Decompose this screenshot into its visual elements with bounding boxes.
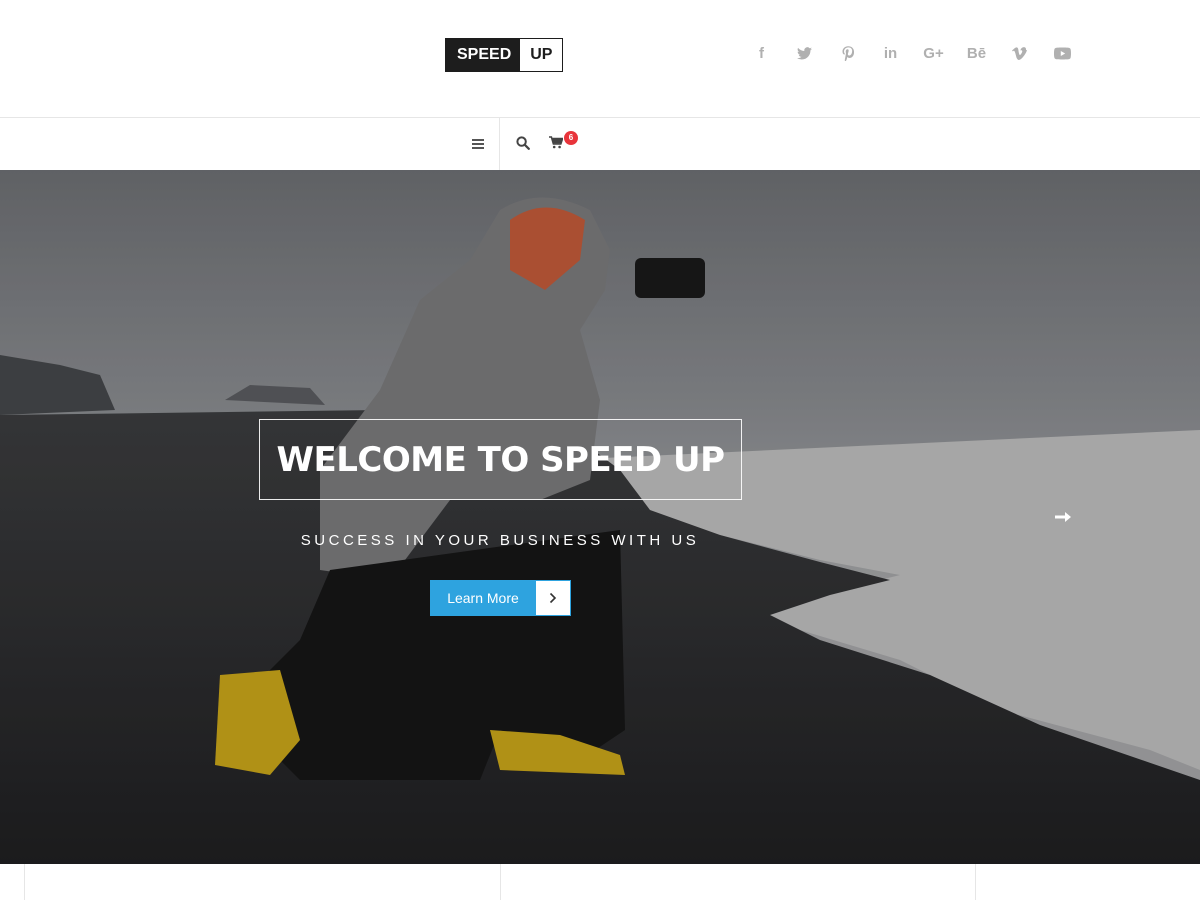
pinterest-icon[interactable] — [826, 40, 869, 66]
search-icon[interactable] — [516, 136, 536, 156]
google-plus-icon[interactable]: G+ — [912, 40, 955, 66]
vimeo-icon[interactable] — [998, 40, 1041, 66]
site-header: SPEED UP f in G+ Bē — [0, 0, 1200, 118]
youtube-icon[interactable] — [1041, 40, 1084, 66]
features-section — [0, 864, 1200, 900]
hero-slider: WELCOME TO SPEED UP SUCCESS IN YOUR BUSI… — [0, 170, 1200, 864]
next-slide-arrow-icon[interactable] — [1052, 510, 1074, 524]
cart-count-badge: 6 — [564, 131, 578, 145]
column-divider — [24, 864, 25, 900]
hamburger-menu-icon[interactable] — [466, 134, 490, 154]
hero-title: WELCOME TO SPEED UP — [276, 439, 725, 480]
behance-icon[interactable]: Bē — [955, 40, 998, 66]
nav-divider — [499, 118, 500, 170]
twitter-icon[interactable] — [783, 40, 826, 66]
learn-more-button[interactable]: Learn More — [430, 580, 571, 616]
logo[interactable]: SPEED UP — [445, 38, 564, 72]
linkedin-icon[interactable]: in — [869, 40, 912, 66]
hero-title-box: WELCOME TO SPEED UP — [259, 419, 742, 500]
hero-subtitle: SUCCESS IN YOUR BUSINESS WITH US — [300, 532, 700, 549]
facebook-icon[interactable]: f — [740, 40, 783, 66]
logo-part-2: UP — [520, 39, 563, 71]
logo-part-1: SPEED — [446, 39, 521, 71]
social-links: f in G+ Bē — [740, 40, 1084, 66]
column-divider — [500, 864, 501, 900]
nav-bar — [0, 118, 1200, 170]
chevron-right-icon — [536, 580, 571, 616]
learn-more-label: Learn More — [430, 580, 536, 616]
hero-overlay — [0, 170, 1200, 864]
column-divider — [975, 864, 976, 900]
